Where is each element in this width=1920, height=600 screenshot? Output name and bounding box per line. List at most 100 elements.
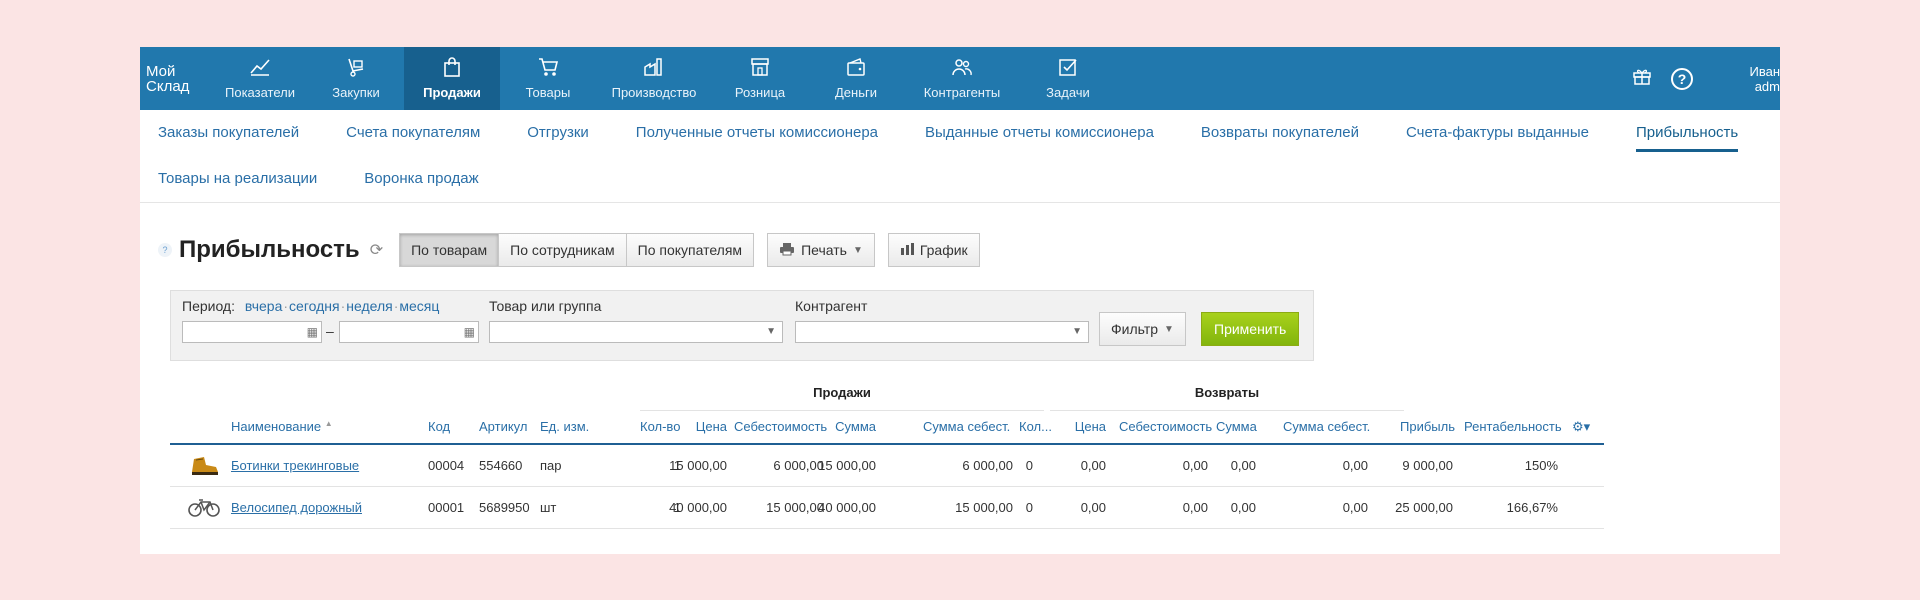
nav-label: Продажи	[423, 85, 481, 100]
period-yesterday-link[interactable]: вчера	[245, 298, 282, 314]
row-margin: 166,67%	[1506, 500, 1558, 515]
row-profit: 9 000,00	[1402, 458, 1453, 473]
row-code: 00004	[428, 458, 465, 473]
col-header-sales-price[interactable]: Цена	[687, 419, 727, 434]
row-returns-cost: 0,00	[1182, 458, 1208, 473]
wallet-icon	[845, 57, 867, 82]
view-by-employees-button[interactable]: По сотрудникам	[499, 233, 627, 267]
row-name[interactable]: Велосипед дорожный	[231, 500, 362, 515]
subnav-shipments[interactable]: Отгрузки	[527, 110, 589, 156]
subnav-received-commission-reports[interactable]: Полученные отчеты комиссионера	[636, 110, 878, 156]
row-sales-sum: 15 000,00	[818, 458, 876, 473]
nav-item-goods[interactable]: Товары	[500, 47, 596, 110]
subnav-customer-returns[interactable]: Возвраты покупателей	[1201, 110, 1359, 156]
col-header-sales-sum[interactable]: Сумма	[830, 419, 876, 434]
col-header-returns-sum[interactable]: Сумма	[1216, 419, 1257, 434]
row-returns-price: 0,00	[1080, 500, 1106, 515]
logo[interactable]: Мой Склад	[140, 47, 212, 110]
top-navigation-bar: Мой Склад Показатели Закупки Продажи Тов…	[140, 47, 1780, 110]
subnav-sales-funnel[interactable]: Воронка продаж	[364, 156, 478, 202]
refresh-icon[interactable]: ⟳	[370, 240, 383, 260]
col-header-article[interactable]: Артикул	[479, 419, 527, 434]
col-header-returns-price[interactable]: Цена	[1070, 419, 1106, 434]
sales-subnav: Заказы покупателей Счета покупателям Отг…	[140, 110, 1780, 203]
row-returns-qty: 0	[1025, 458, 1033, 473]
row-profit: 25 000,00	[1395, 500, 1453, 515]
bicycle-thumbnail	[188, 495, 220, 519]
nav-item-counterparties[interactable]: Контрагенты	[904, 47, 1020, 110]
period-today-link[interactable]: сегодня	[289, 298, 340, 314]
col-header-code[interactable]: Код	[428, 419, 450, 434]
nav-label: Производство	[611, 85, 697, 100]
view-by-goods-button[interactable]: По товарам	[399, 233, 500, 267]
goods-group-label: Товар или группа	[489, 298, 602, 314]
col-header-margin[interactable]: Рентабельность	[1464, 419, 1562, 434]
filter-panel: Период: вчера·сегодня·неделя·месяц ▦ – ▦…	[170, 290, 1314, 361]
subnav-issued-commission-reports[interactable]: Выданные отчеты комиссионера	[925, 110, 1154, 156]
period-month-link[interactable]: месяц	[399, 298, 439, 314]
date-from-input[interactable]: ▦	[182, 321, 322, 343]
nav-item-sales[interactable]: Продажи	[404, 47, 500, 110]
shopping-bag-icon	[441, 57, 463, 82]
col-header-profit[interactable]: Прибыль	[1400, 419, 1455, 434]
calendar-icon[interactable]: ▦	[307, 325, 318, 339]
row-returns-price: 0,00	[1080, 458, 1106, 473]
gift-icon[interactable]	[1622, 66, 1662, 92]
user-menu[interactable]: Иван adm	[1740, 64, 1780, 94]
row-name[interactable]: Ботинки трекинговые	[231, 458, 359, 473]
col-header-sales-costsum[interactable]: Сумма себест.	[923, 419, 1010, 434]
row-returns-cost: 0,00	[1182, 500, 1208, 515]
counterparty-select[interactable]: ▼	[795, 321, 1089, 343]
print-button[interactable]: Печать ▼	[767, 233, 875, 267]
page-help-icon[interactable]: ?	[158, 243, 172, 257]
logo-line-2: Склад	[146, 77, 190, 95]
row-unit: пар	[540, 458, 562, 473]
row-article: 554660	[479, 458, 523, 473]
col-header-sales-qty[interactable]: Кол-во	[640, 419, 680, 434]
nav-label: Розница	[734, 85, 786, 100]
nav-item-purchases[interactable]: Закупки	[308, 47, 404, 110]
counterparty-label: Контрагент	[795, 298, 868, 314]
table-row[interactable]: Ботинки трекинговые 00004 554660 пар 1 1…	[170, 445, 1604, 487]
period-label: Период:	[182, 298, 235, 314]
printer-icon	[779, 242, 795, 259]
col-header-returns-cost[interactable]: Себестоимость	[1119, 419, 1212, 434]
nav-item-money[interactable]: Деньги	[808, 47, 904, 110]
row-article: 5689950	[479, 500, 530, 515]
nav-item-retail[interactable]: Розница	[712, 47, 808, 110]
print-label: Печать	[801, 242, 847, 258]
view-by-customers-button[interactable]: По покупателям	[626, 233, 755, 267]
nav-label: Контрагенты	[923, 85, 1001, 100]
col-header-name[interactable]: Наименование ▲	[231, 419, 333, 434]
col-header-returns-costsum[interactable]: Сумма себест.	[1283, 419, 1370, 434]
nav-item-production[interactable]: Производство	[596, 47, 712, 110]
calendar-icon[interactable]: ▦	[464, 325, 475, 339]
row-unit: шт	[540, 500, 557, 515]
chevron-down-icon: ▼	[852, 244, 863, 256]
nav-item-tasks[interactable]: Задачи	[1020, 47, 1116, 110]
col-header-returns-qty[interactable]: Кол...	[1019, 419, 1052, 434]
subnav-customer-invoices[interactable]: Счета покупателям	[346, 110, 480, 156]
boot-thumbnail	[188, 453, 220, 477]
chevron-down-icon: ▼	[1072, 326, 1082, 337]
apply-button[interactable]: Применить	[1201, 312, 1300, 346]
col-header-sales-cost[interactable]: Себестоимость	[734, 419, 827, 434]
chart-button[interactable]: График	[887, 233, 980, 267]
row-sales-price: 40 000,00	[669, 500, 727, 515]
subnav-consignment-goods[interactable]: Товары на реализации	[158, 156, 317, 202]
group-header-sales: Продажи	[640, 385, 1044, 411]
subnav-issued-invoices[interactable]: Счета-фактуры выданные	[1406, 110, 1589, 156]
bar-chart-icon	[900, 242, 914, 258]
filter-button[interactable]: Фильтр ▼	[1099, 312, 1186, 346]
table-row[interactable]: Велосипед дорожный 00001 5689950 шт 1 40…	[170, 487, 1604, 529]
period-week-link[interactable]: неделя	[346, 298, 392, 314]
date-to-input[interactable]: ▦	[339, 321, 479, 343]
nav-item-indicators[interactable]: Показатели	[212, 47, 308, 110]
nav-label: Показатели	[225, 85, 295, 100]
subnav-customer-orders[interactable]: Заказы покупателей	[158, 110, 299, 156]
columns-settings-icon[interactable]: ⚙▾	[1572, 419, 1590, 435]
col-header-unit[interactable]: Ед. изм.	[540, 419, 589, 434]
help-icon[interactable]: ?	[1662, 67, 1702, 90]
goods-group-select[interactable]: ▼	[489, 321, 783, 343]
subnav-profitability[interactable]: Прибыльность	[1635, 110, 1739, 156]
